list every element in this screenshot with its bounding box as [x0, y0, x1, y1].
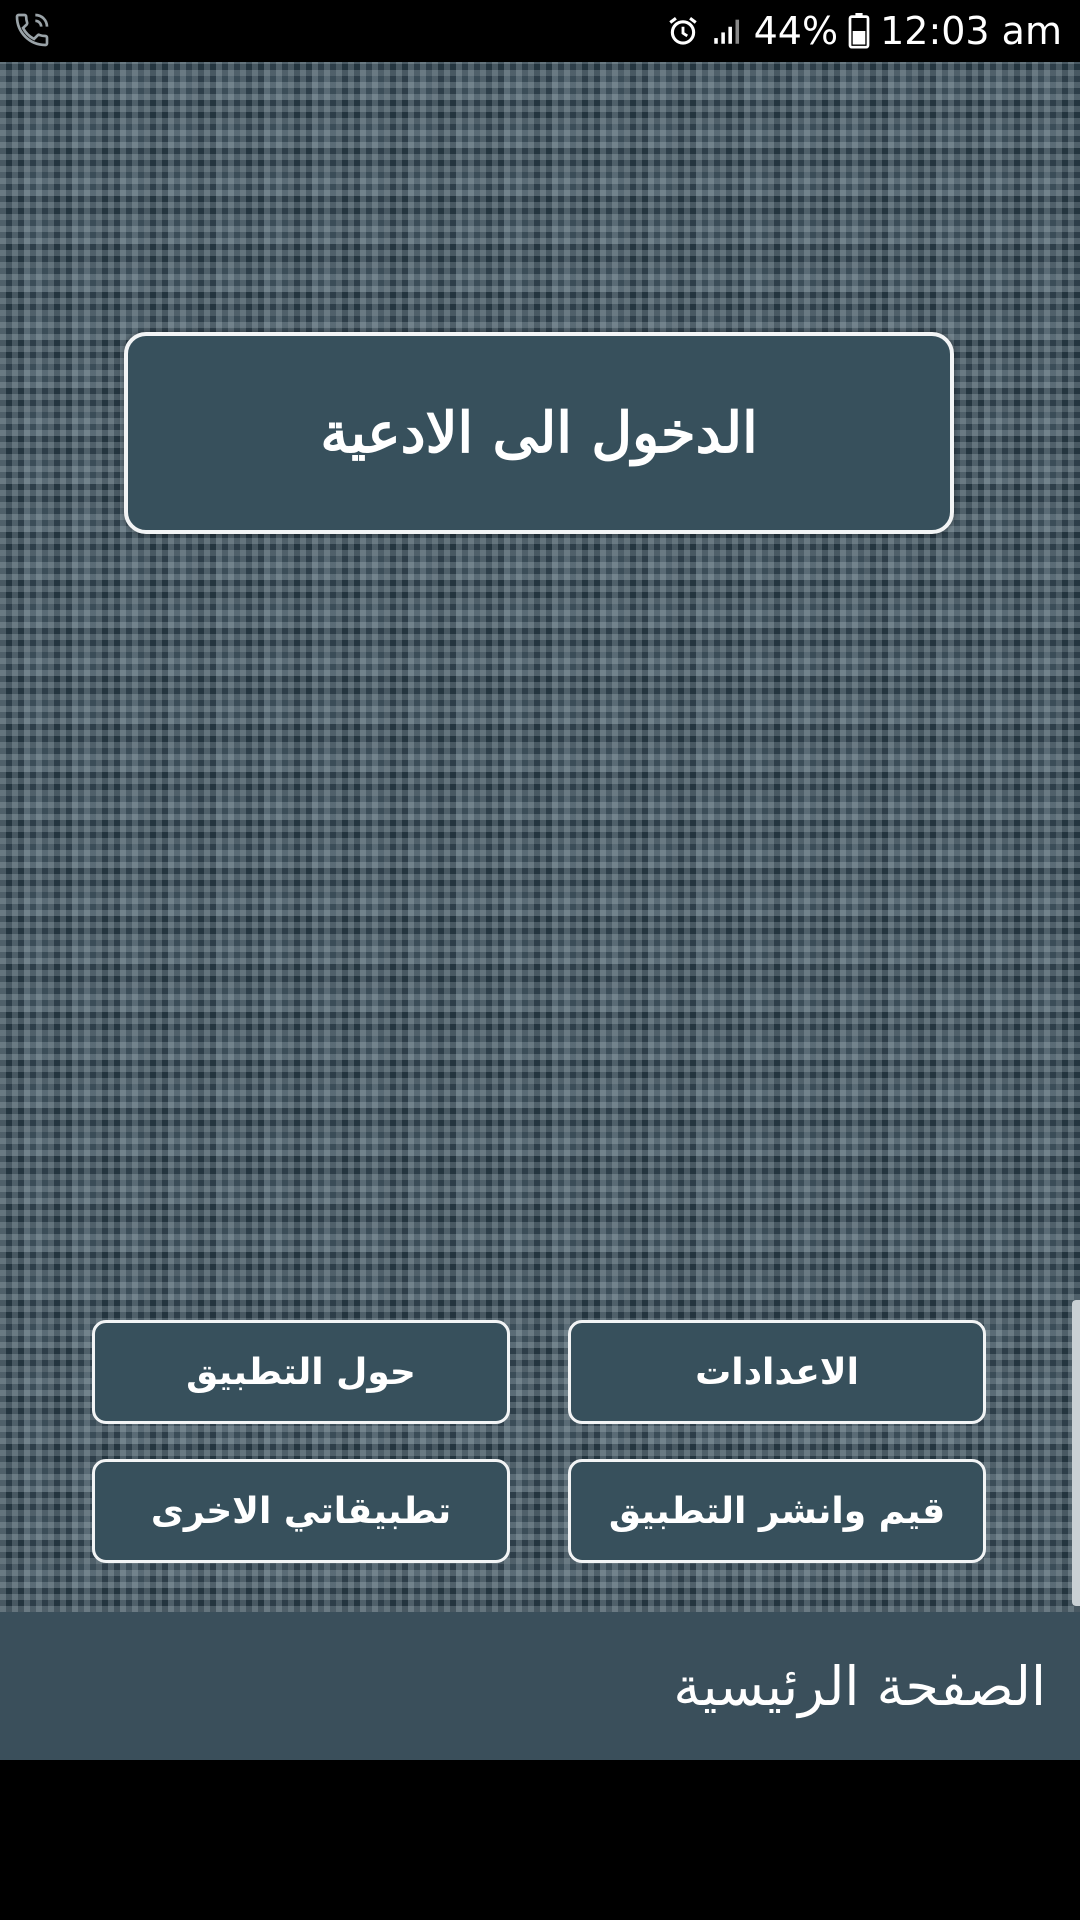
home-page-title: الصفحة الرئيسية [673, 1654, 1046, 1718]
alarm-icon [666, 14, 700, 48]
enter-duas-button[interactable]: الدخول الى الادعية [124, 332, 954, 534]
battery-icon [848, 13, 870, 49]
main-content: الدخول الى الادعية الاعدادات حول التطبيق… [0, 62, 1080, 1612]
status-bar: 44% 12:03 am [0, 0, 1080, 62]
scrollbar[interactable] [1072, 1300, 1080, 1606]
rate-share-button[interactable]: قيم وانشر التطبيق [568, 1459, 986, 1563]
rate-share-label: قيم وانشر التطبيق [608, 1490, 946, 1532]
signal-icon [710, 14, 744, 48]
my-other-apps-label: تطبيقاتي الاخرى [150, 1490, 452, 1532]
my-other-apps-button[interactable]: تطبيقاتي الاخرى [92, 1459, 510, 1563]
about-app-button[interactable]: حول التطبيق [92, 1320, 510, 1424]
navigation-area [0, 1760, 1080, 1920]
status-time: 12:03 am [880, 9, 1062, 53]
about-app-label: حول التطبيق [186, 1351, 416, 1393]
battery-percent: 44% [753, 9, 839, 53]
bottom-bar: الصفحة الرئيسية [0, 1612, 1080, 1760]
settings-label: الاعدادات [695, 1351, 859, 1393]
phone-call-icon [12, 10, 52, 50]
app-screen: 44% 12:03 am الدخول الى الادعية الاعدادا… [0, 0, 1080, 1920]
settings-button[interactable]: الاعدادات [568, 1320, 986, 1424]
enter-duas-label: الدخول الى الادعية [320, 400, 758, 466]
status-indicators: 44% 12:03 am [666, 0, 1062, 62]
